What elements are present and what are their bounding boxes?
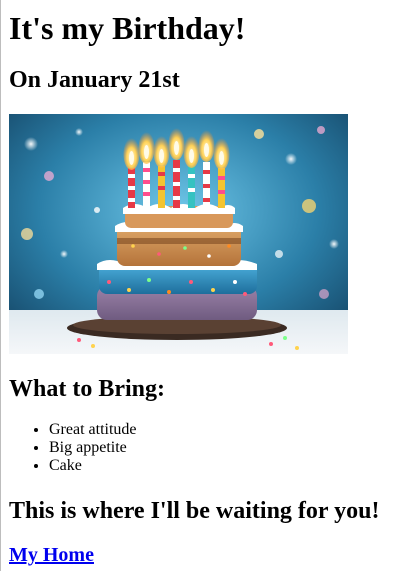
list-item: Great attitude bbox=[49, 421, 137, 439]
list-item: Big appetite bbox=[49, 439, 137, 457]
page: It's my Birthday! On January 21st What t… bbox=[0, 0, 403, 571]
date-heading: On January 21st bbox=[9, 67, 180, 93]
waiting-heading: This is where I'll be waiting for you! bbox=[9, 498, 380, 524]
page-title: It's my Birthday! bbox=[9, 10, 246, 46]
birthday-cake-image bbox=[9, 114, 348, 354]
bring-list: Great attitude Big appetite Cake bbox=[9, 421, 137, 475]
list-item: Cake bbox=[49, 457, 137, 475]
what-to-bring-heading: What to Bring: bbox=[9, 376, 165, 402]
left-border bbox=[0, 0, 1, 571]
my-home-link[interactable]: My Home bbox=[9, 543, 94, 567]
